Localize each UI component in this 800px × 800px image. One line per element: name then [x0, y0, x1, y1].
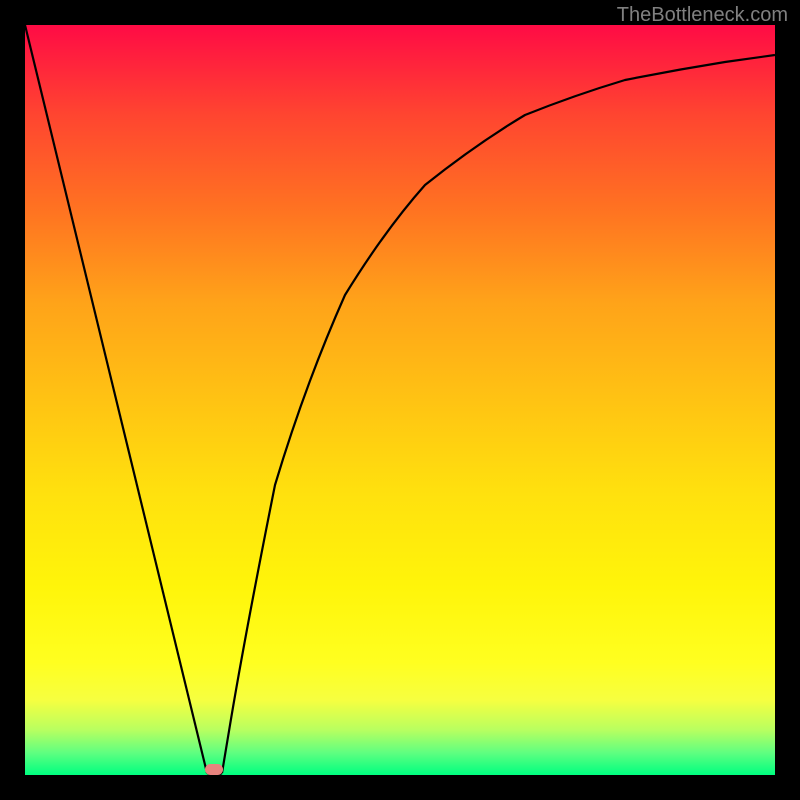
chart-frame: [0, 0, 800, 800]
watermark-text: TheBottleneck.com: [617, 4, 788, 27]
optimal-point-marker: [205, 764, 223, 775]
bottleneck-curve: [25, 25, 775, 775]
